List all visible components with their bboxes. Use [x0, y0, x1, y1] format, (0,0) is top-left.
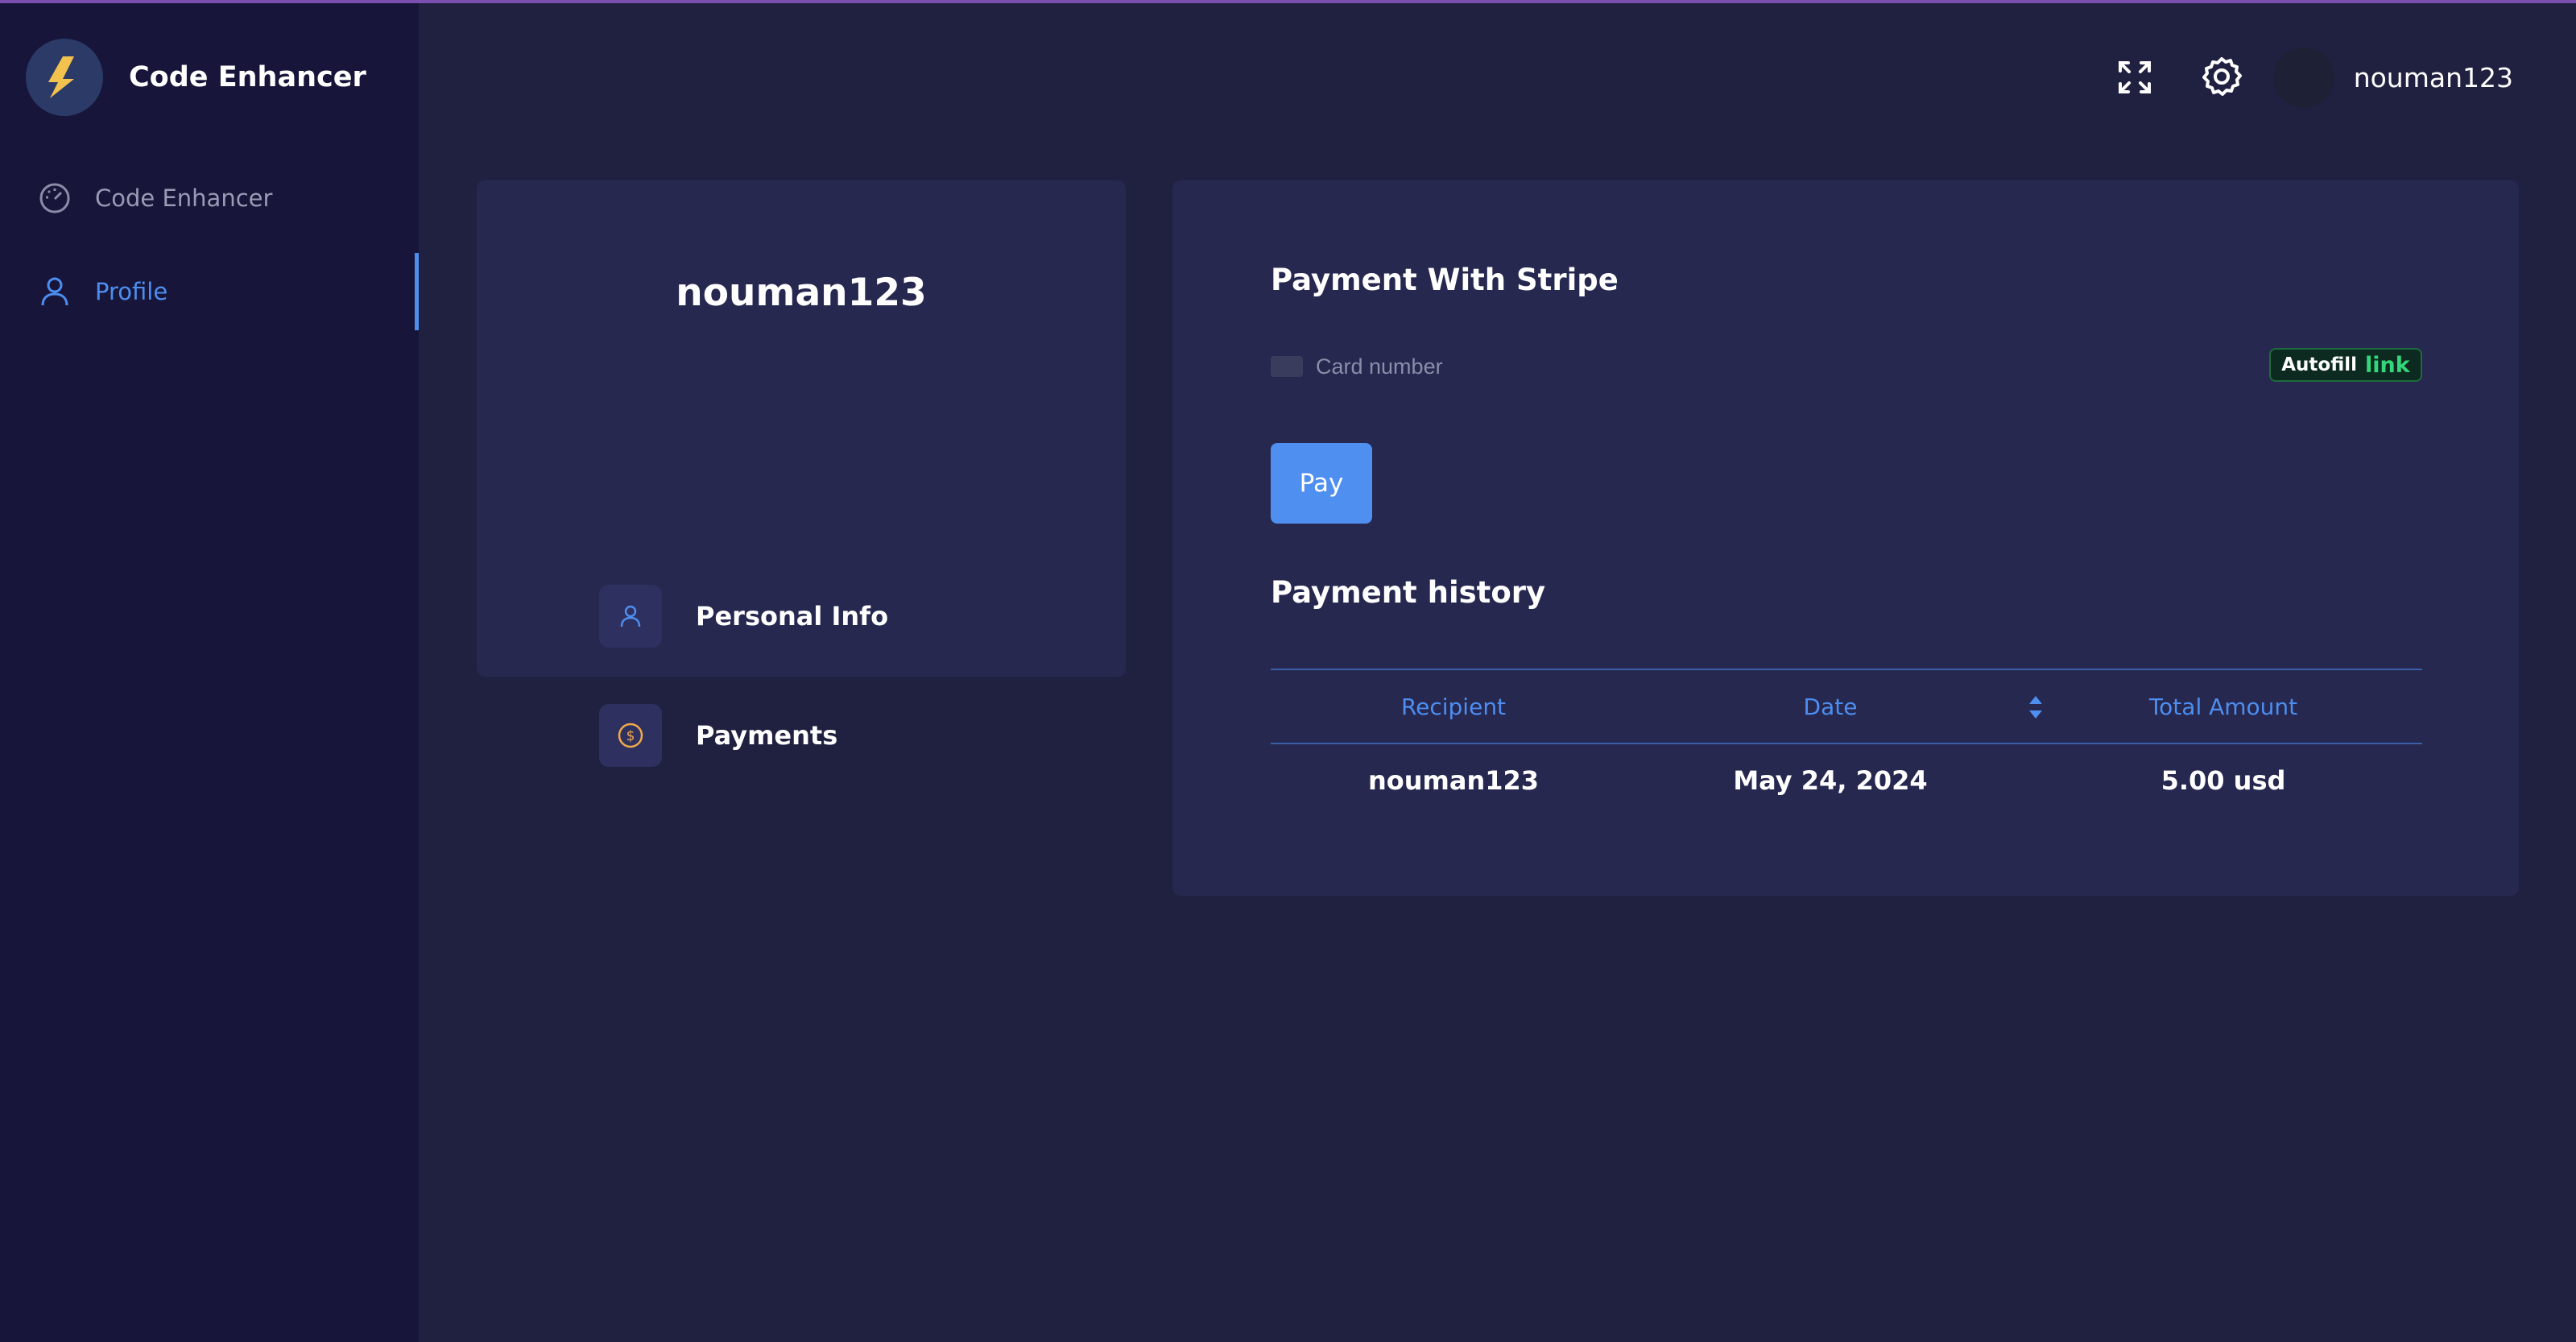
sidebar: Code Enhancer Code Enhancer Profile	[0, 3, 419, 1342]
column-header-total-amount[interactable]: Total Amount	[2024, 694, 2422, 720]
table-row: nouman123 May 24, 2024 5.00 usd	[1271, 744, 2422, 817]
user-icon	[37, 274, 72, 309]
column-header-date[interactable]: Date	[1636, 694, 2024, 720]
cell-recipient: nouman123	[1367, 765, 1540, 796]
payment-history-title: Payment history	[1271, 575, 1546, 610]
brand[interactable]: Code Enhancer	[26, 37, 366, 118]
sidebar-item-label: Code Enhancer	[95, 184, 273, 212]
payment-history-table: Recipient Date Total Amount nouman123 Ma…	[1271, 669, 2422, 817]
menu-item-payments[interactable]: $ Payments	[599, 704, 1050, 767]
user-icon	[599, 585, 662, 648]
cell-amount: 5.00 usd	[2160, 765, 2286, 796]
profile-username: nouman123	[676, 271, 927, 315]
dollar-coin-icon: $	[599, 704, 662, 767]
menu-item-label: Payments	[696, 720, 838, 751]
sidebar-item-label: Profile	[95, 278, 168, 305]
fullscreen-icon[interactable]	[2112, 55, 2157, 100]
avatar[interactable]	[2272, 47, 2334, 108]
card-number-field: Autofill link	[1271, 348, 2422, 385]
pay-button[interactable]: Pay	[1271, 443, 1372, 524]
brand-name: Code Enhancer	[129, 61, 366, 93]
column-header-recipient[interactable]: Recipient	[1271, 694, 1636, 720]
menu-item-label: Personal Info	[696, 601, 889, 632]
payment-card: Payment With Stripe Autofill link Pay Pa…	[1172, 180, 2519, 896]
credit-card-icon	[1271, 356, 1303, 377]
speedometer-icon	[37, 180, 72, 216]
payment-title: Payment With Stripe	[1271, 263, 1619, 297]
autofill-text: Autofill	[2281, 354, 2358, 375]
lightning-logo-icon	[26, 39, 103, 116]
app-root: Code Enhancer Code Enhancer Profile noum…	[0, 0, 2576, 1342]
sidebar-item-profile[interactable]: Profile	[0, 253, 419, 330]
table-header: Recipient Date Total Amount	[1271, 669, 2422, 744]
cell-date: May 24, 2024	[1733, 765, 1928, 796]
profile-card: nouman123 Personal Info $ Payments	[477, 180, 1126, 767]
menu-item-personal-info[interactable]: Personal Info	[599, 585, 1050, 648]
link-brand-text: link	[2365, 352, 2410, 378]
active-indicator	[415, 253, 419, 330]
sidebar-item-code-enhancer[interactable]: Code Enhancer	[0, 159, 419, 237]
autofill-link-button[interactable]: Autofill link	[2269, 348, 2422, 382]
header-username[interactable]: nouman123	[2354, 62, 2513, 93]
card-number-input[interactable]	[1316, 350, 2041, 383]
svg-text:$: $	[626, 728, 635, 744]
gear-icon[interactable]	[2199, 55, 2244, 100]
sort-icon[interactable]	[2026, 693, 2045, 722]
header-actions: nouman123	[2112, 45, 2513, 110]
